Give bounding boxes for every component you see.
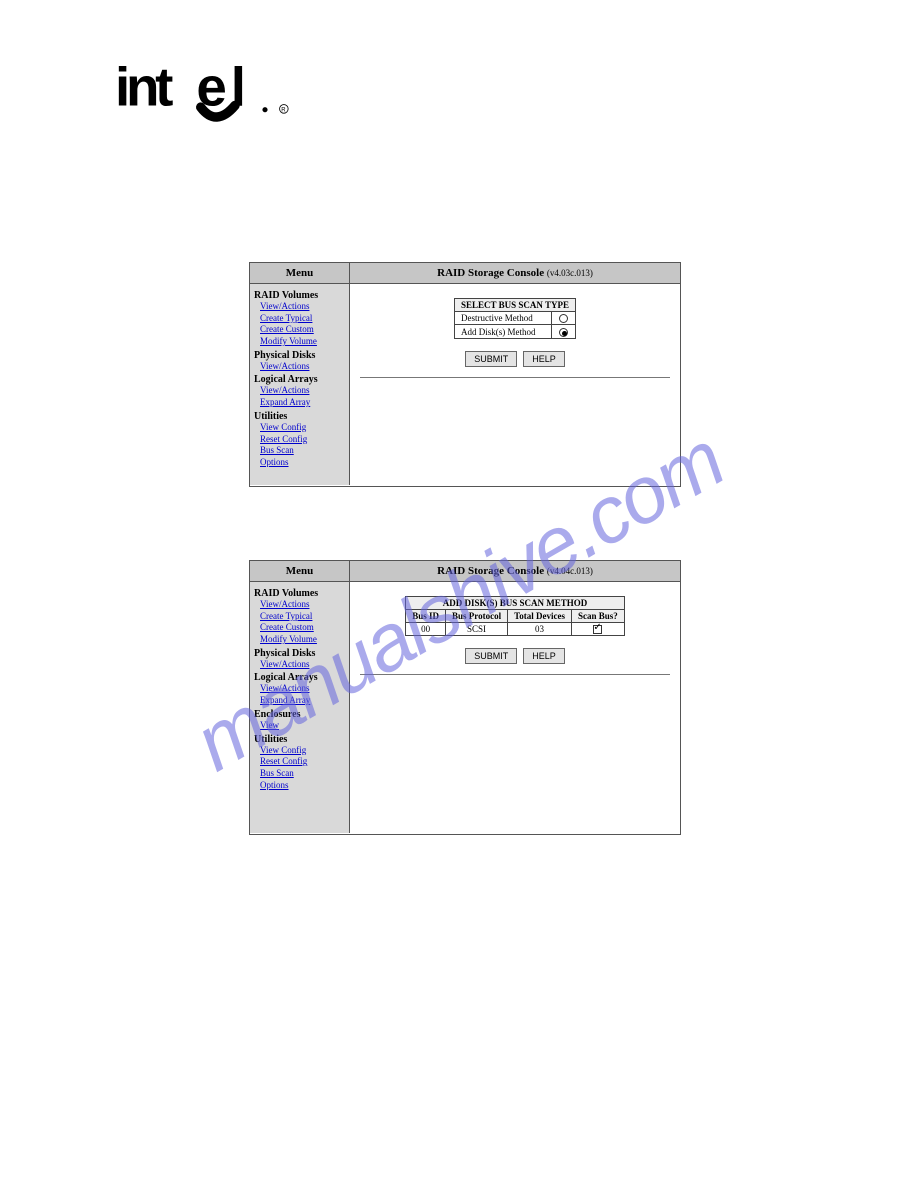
raid-console-2: Menu RAID Storage Console (v4.04c.013) R…: [249, 560, 681, 835]
radio-destructive[interactable]: [551, 312, 575, 325]
row-destructive: Destructive Method: [455, 312, 552, 325]
radio-add-disks[interactable]: [551, 325, 575, 338]
bus-scan-type-table: SELECT BUS SCAN TYPE Destructive Method …: [454, 298, 576, 339]
sidebar-link-create-typical[interactable]: Create Typical: [260, 611, 345, 623]
sidebar-link-pd-view-actions[interactable]: View/Actions: [260, 361, 345, 373]
help-button[interactable]: HELP: [523, 648, 565, 664]
th-bus-id: Bus ID: [406, 610, 446, 623]
table-title: SELECT BUS SCAN TYPE: [455, 299, 576, 312]
sidebar-link-bus-scan[interactable]: Bus Scan: [260, 445, 345, 457]
row-add-disks: Add Disk(s) Method: [455, 325, 552, 338]
table-title: ADD DISK(S) BUS SCAN METHOD: [406, 597, 625, 610]
td-bus-protocol: SCSI: [445, 623, 507, 636]
td-bus-id: 00: [406, 623, 446, 636]
sidebar-cat-utilities: Utilities: [254, 734, 345, 745]
sidebar-link-bus-scan[interactable]: Bus Scan: [260, 768, 345, 780]
th-scan-bus: Scan Bus?: [572, 610, 625, 623]
intel-logo: int e l R: [115, 55, 305, 125]
sidebar-link-modify-volume[interactable]: Modify Volume: [260, 634, 345, 646]
sidebar-link-options[interactable]: Options: [260, 780, 345, 792]
sidebar-link-view-config[interactable]: View Config: [260, 745, 345, 757]
sidebar-cat-logical-arrays: Logical Arrays: [254, 672, 345, 683]
svg-text:int: int: [115, 55, 173, 117]
sidebar-link-create-typical[interactable]: Create Typical: [260, 313, 345, 325]
th-total-devices: Total Devices: [508, 610, 572, 623]
help-button[interactable]: HELP: [523, 351, 565, 367]
console-title-bold: RAID Storage Console: [437, 565, 544, 577]
sidebar: RAID Volumes View/Actions Create Typical…: [250, 582, 350, 833]
sidebar-link-create-custom[interactable]: Create Custom: [260, 622, 345, 634]
sidebar-cat-physical-disks: Physical Disks: [254, 350, 345, 361]
sidebar-link-modify-volume[interactable]: Modify Volume: [260, 336, 345, 348]
raid-console-1: Menu RAID Storage Console (v4.03c.013) R…: [249, 262, 681, 487]
svg-text:R: R: [281, 107, 286, 113]
th-bus-protocol: Bus Protocol: [445, 610, 507, 623]
divider: [360, 674, 670, 675]
sidebar-link-reset-config[interactable]: Reset Config: [260, 434, 345, 446]
sidebar-link-expand-array[interactable]: Expand Array: [260, 397, 345, 409]
sidebar-link-reset-config[interactable]: Reset Config: [260, 756, 345, 768]
td-total-devices: 03: [508, 623, 572, 636]
sidebar-link-la-view-actions[interactable]: View/Actions: [260, 683, 345, 695]
menu-header: Menu: [250, 263, 350, 283]
console-title-bold: RAID Storage Console: [437, 267, 544, 279]
sidebar: RAID Volumes View/Actions Create Typical…: [250, 284, 350, 485]
menu-header: Menu: [250, 561, 350, 581]
sidebar-link-la-view-actions[interactable]: View/Actions: [260, 385, 345, 397]
main-panel: ADD DISK(S) BUS SCAN METHOD Bus ID Bus P…: [350, 582, 680, 833]
chk-scan-bus[interactable]: [572, 623, 625, 636]
console-title: RAID Storage Console (v4.03c.013): [350, 263, 680, 283]
sidebar-link-enclosures-view[interactable]: View: [260, 720, 345, 732]
submit-button[interactable]: SUBMIT: [465, 351, 517, 367]
sidebar-link-expand-array[interactable]: Expand Array: [260, 695, 345, 707]
sidebar-cat-physical-disks: Physical Disks: [254, 648, 345, 659]
console-title: RAID Storage Console (v4.04c.013): [350, 561, 680, 581]
main-panel: SELECT BUS SCAN TYPE Destructive Method …: [350, 284, 680, 485]
sidebar-link-view-actions[interactable]: View/Actions: [260, 301, 345, 313]
console-title-version: (v4.04c.013): [547, 566, 593, 576]
add-disks-table: ADD DISK(S) BUS SCAN METHOD Bus ID Bus P…: [405, 596, 625, 636]
sidebar-cat-logical-arrays: Logical Arrays: [254, 374, 345, 385]
sidebar-cat-raid-volumes: RAID Volumes: [254, 588, 345, 599]
sidebar-link-view-config[interactable]: View Config: [260, 422, 345, 434]
sidebar-link-options[interactable]: Options: [260, 457, 345, 469]
console-title-version: (v4.03c.013): [547, 268, 593, 278]
submit-button[interactable]: SUBMIT: [465, 648, 517, 664]
sidebar-link-pd-view-actions[interactable]: View/Actions: [260, 659, 345, 671]
divider: [360, 377, 670, 378]
sidebar-link-create-custom[interactable]: Create Custom: [260, 324, 345, 336]
sidebar-cat-enclosures: Enclosures: [254, 709, 345, 720]
sidebar-link-view-actions[interactable]: View/Actions: [260, 599, 345, 611]
sidebar-cat-raid-volumes: RAID Volumes: [254, 290, 345, 301]
sidebar-cat-utilities: Utilities: [254, 411, 345, 422]
